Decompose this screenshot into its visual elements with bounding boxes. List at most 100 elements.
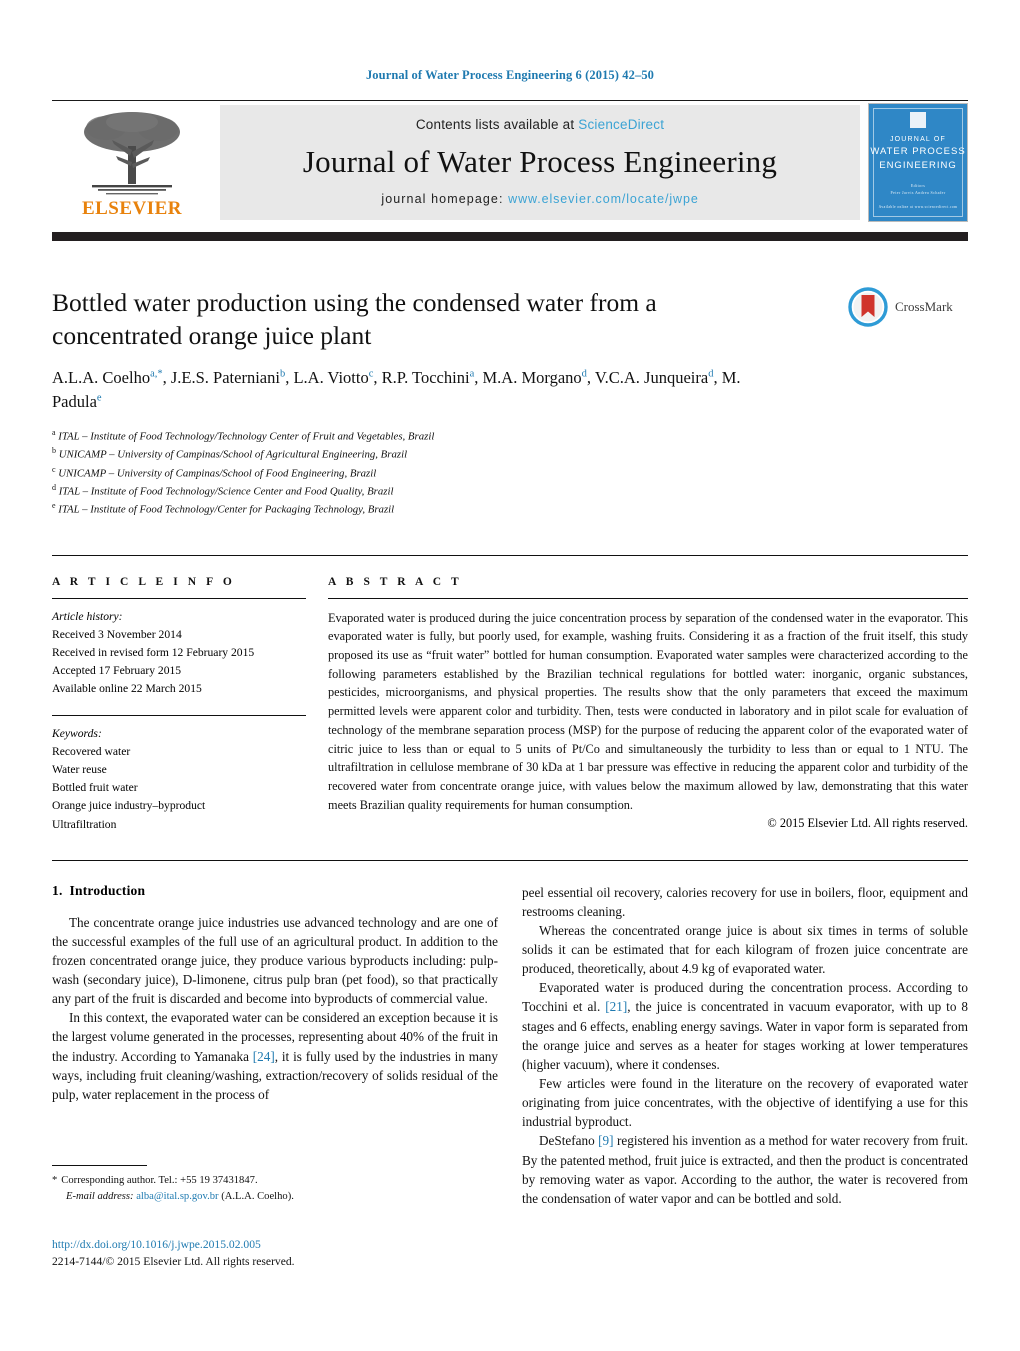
- sciencedirect-link[interactable]: ScienceDirect: [578, 117, 664, 132]
- author-name[interactable]: J.E.S. Paterniani: [171, 368, 280, 387]
- cover-title: JOURNAL OF WATER PROCESS ENGINEERING: [870, 135, 965, 173]
- cover-editors-label: Editors: [910, 182, 926, 188]
- cover-subtitle: Editors Peter Jarvis Andrea Schafer: [890, 182, 945, 197]
- keywords-wrapper: Keywords: Recovered water Water reuse Bott…: [52, 715, 306, 833]
- elsevier-logo: ELSEVIER: [52, 101, 212, 226]
- info-abstract-section: A R T I C L E I N F O Article history: R…: [52, 554, 968, 834]
- affiliation-item: e ITAL – Institute of Food Technology/Ce…: [52, 501, 395, 516]
- affiliation-item: a ITAL – Institute of Food Technology/Te…: [52, 428, 435, 443]
- keywords-group: Keywords: Recovered water Water reuse Bott…: [52, 716, 306, 833]
- author-affiliation-marker: a,*: [150, 368, 163, 380]
- keyword-item[interactable]: Recovered water: [52, 743, 306, 761]
- affiliation-marker: b: [52, 446, 56, 456]
- author-affiliation-marker: c: [368, 368, 374, 380]
- cover-title-line1: JOURNAL OF: [889, 136, 947, 143]
- section-heading-introduction: 1. Introduction: [52, 883, 498, 899]
- body-column-right: peel essential oil recovery, calories re…: [522, 883, 968, 1208]
- crossmark-badge[interactable]: CrossMark: [848, 287, 968, 327]
- affiliation-item: d ITAL – Institute of Food Technology/Sc…: [52, 483, 394, 498]
- footnote-zone: * Corresponding author. Tel.: +55 19 3743…: [52, 1165, 498, 1205]
- masthead-center-panel: Contents lists available at ScienceDirec…: [220, 105, 860, 220]
- affiliation-list: a ITAL – Institute of Food Technology/Te…: [52, 427, 968, 519]
- keywords-label: Keywords:: [52, 727, 102, 741]
- cover-editors-names: Peter Jarvis Andrea Schafer: [890, 190, 946, 196]
- email-label: E-mail address:: [66, 1190, 134, 1202]
- homepage-link[interactable]: www.elsevier.com/locate/jwpe: [508, 192, 699, 206]
- corresponding-author-text: Corresponding author. Tel.: +55 19 37431…: [61, 1175, 258, 1186]
- author-affiliation-marker: b: [279, 368, 286, 380]
- abstract-column: A B S T R A C T Evaporated water is prod…: [328, 576, 968, 834]
- journal-homepage-line: journal homepage: www.elsevier.com/locat…: [381, 192, 698, 206]
- affiliation-marker: d: [52, 483, 56, 493]
- article-history-items: Received 3 November 2014 Received in revi…: [52, 626, 306, 698]
- affiliation-marker: e: [52, 501, 56, 511]
- intro-paragraph-6: Few articles were found in the literatur…: [522, 1076, 968, 1130]
- cover-publisher-badge-icon: [910, 112, 926, 128]
- article-history-item: Received 3 November 2014: [52, 627, 182, 641]
- author-affiliation-marker: a: [469, 368, 475, 380]
- reference-link-21[interactable]: [21]: [605, 999, 627, 1014]
- keyword-item[interactable]: Ultrafiltration: [52, 816, 306, 834]
- elsevier-wordmark: ELSEVIER: [81, 198, 183, 219]
- author-name[interactable]: V.C.A. Junqueira: [595, 368, 708, 387]
- intro-paragraph-7: DeStefano [9] registered his invention a…: [522, 1131, 968, 1208]
- article-history-item: Accepted 17 February 2015: [52, 663, 182, 677]
- intro-p7-pre: DeStefano: [539, 1133, 599, 1149]
- section-title: Introduction: [69, 882, 146, 898]
- title-block: Bottled water production using the conde…: [52, 287, 968, 519]
- keyword-item[interactable]: Water reuse: [52, 761, 306, 779]
- abstract-copyright: © 2015 Elsevier Ltd. All rights reserved…: [767, 816, 968, 831]
- keyword-item[interactable]: Orange juice industry–byproduct: [52, 797, 306, 815]
- cover-title-line2: WATER PROCESS: [870, 146, 966, 158]
- body-columns: 1. Introduction The concentrate orange ju…: [52, 883, 968, 1208]
- reference-link-9[interactable]: [9]: [598, 1133, 613, 1148]
- author-name[interactable]: M.A. Morgano: [482, 368, 581, 387]
- journal-cover-thumbnail[interactable]: JOURNAL OF WATER PROCESS ENGINEERING Edi…: [868, 103, 968, 222]
- article-info-heading: A R T I C L E I N F O: [52, 575, 236, 588]
- reference-link-24[interactable]: [24]: [253, 1049, 275, 1064]
- email-note: E-mail address: alba@ital.sp.gov.br (A.L…: [52, 1189, 498, 1205]
- section-number: 1.: [52, 882, 63, 898]
- elsevier-tree-icon: [84, 112, 180, 195]
- intro-paragraph-4: Whereas the concentrated orange juice is…: [522, 922, 968, 977]
- journal-masthead: ELSEVIER Contents lists available at Sci…: [52, 100, 968, 226]
- footnote-rule: [52, 1165, 147, 1166]
- footer-doi-zone: http://dx.doi.org/10.1016/j.jwpe.2015.02…: [52, 1236, 552, 1271]
- article-info-column: A R T I C L E I N F O Article history: R…: [52, 576, 306, 834]
- cover-title-line3: ENGINEERING: [879, 159, 957, 171]
- abstract-heading: A B S T R A C T: [328, 575, 463, 588]
- article-history-item: Received in revised form 12 February 201…: [52, 645, 255, 659]
- masthead-black-band: [52, 232, 968, 241]
- intro-paragraph-2: In this context, the evaporated water ca…: [52, 1008, 498, 1104]
- article-history-label: Article history:: [52, 609, 123, 623]
- page-title: Bottled water production using the conde…: [52, 288, 657, 350]
- affiliation-item: c UNICAMP – University of Campinas/Schoo…: [52, 464, 377, 480]
- body-separator-rule: [52, 859, 968, 861]
- journal-title: Journal of Water Process Engineering: [302, 144, 778, 179]
- author-name[interactable]: L.A. Viotto: [293, 368, 368, 387]
- issn-copyright-line: 2214-7144/© 2015 Elsevier Ltd. All right…: [52, 1255, 295, 1269]
- cover-footer-text: Available online at www.sciencedirect.co…: [878, 205, 958, 209]
- author-name[interactable]: A.L.A. Coelho: [52, 368, 150, 387]
- intro-paragraph-3: peel essential oil recovery, calories re…: [522, 884, 968, 919]
- crossmark-icon: [848, 287, 888, 327]
- keyword-item[interactable]: Bottled fruit water: [52, 779, 306, 797]
- author-affiliation-marker: e: [96, 392, 102, 404]
- affiliation-marker: c: [52, 464, 56, 474]
- intro-paragraph-1: The concentrate orange juice industries …: [52, 914, 498, 1007]
- email-owner: (A.L.A. Coelho).: [221, 1190, 294, 1202]
- affiliation-marker: a: [52, 428, 56, 438]
- running-head: Journal of Water Process Engineering 6 (…: [365, 68, 655, 82]
- email-link[interactable]: alba@ital.sp.gov.br: [136, 1191, 218, 1202]
- footnote-star-marker: *: [52, 1175, 58, 1186]
- affiliation-item: b UNICAMP – University of Campinas/Schoo…: [52, 446, 408, 462]
- article-history-item: Available online 22 March 2015: [52, 682, 202, 696]
- intro-paragraph-5: Evaporated water is produced during the …: [522, 978, 968, 1074]
- article-page: Journal of Water Process Engineering 6 (…: [0, 0, 1020, 1351]
- author-name[interactable]: R.P. Tocchini: [382, 368, 470, 387]
- abstract-text: Evaporated water is produced during the …: [328, 610, 968, 812]
- author-affiliation-marker: d: [708, 368, 714, 380]
- body-column-left: 1. Introduction The concentrate orange ju…: [52, 883, 498, 1208]
- doi-link[interactable]: http://dx.doi.org/10.1016/j.jwpe.2015.02…: [52, 1236, 552, 1253]
- crossmark-label: CrossMark: [895, 299, 953, 314]
